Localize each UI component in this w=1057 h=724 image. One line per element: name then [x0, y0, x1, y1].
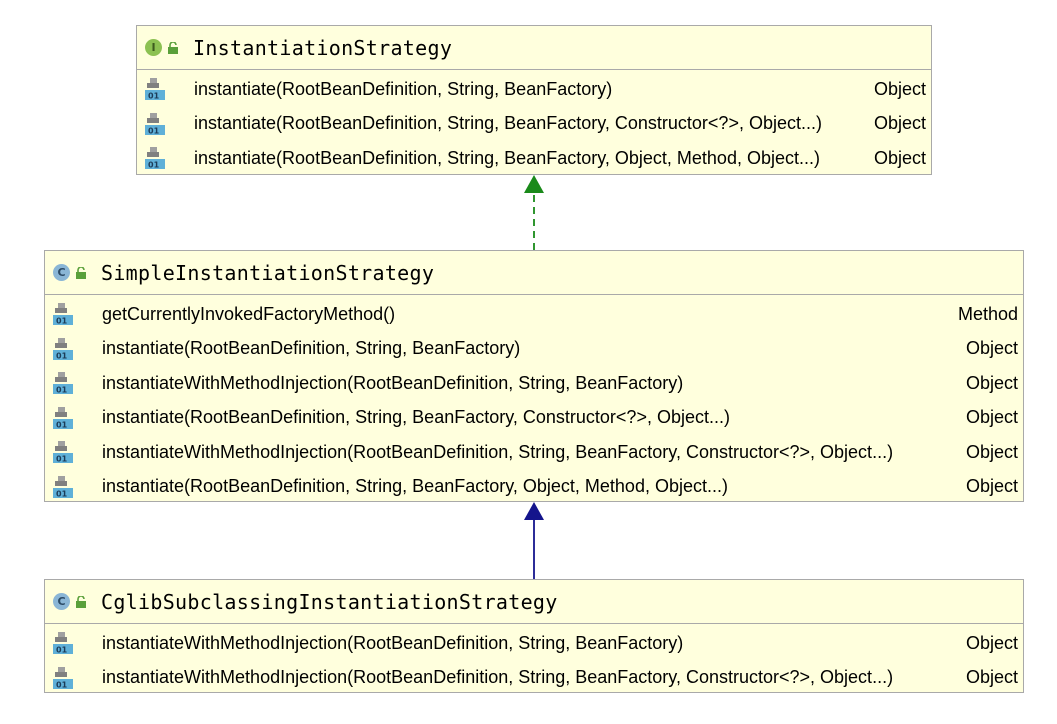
- method-return-type: Object: [965, 667, 1018, 688]
- public-lock-icon: [168, 41, 178, 54]
- public-lock-icon: [76, 266, 86, 279]
- svg-text:01: 01: [56, 420, 68, 429]
- method-01-icon: 01: [145, 112, 165, 135]
- svg-text:01: 01: [56, 680, 68, 689]
- method-return-type: Object: [965, 632, 1018, 653]
- method-row[interactable]: 01 instantiateWithMethodInjection(RootBe…: [45, 661, 1023, 696]
- method-row[interactable]: 01 instantiate(RootBeanDefinition, Strin…: [45, 332, 1023, 367]
- method-signature: instantiate(RootBeanDefinition, String, …: [102, 476, 728, 497]
- interface-i-icon: I: [145, 39, 162, 56]
- class-c-icon: C: [53, 264, 70, 281]
- uml-class-cglib-subclassing-instantiation-strategy[interactable]: C CglibSubclassingInstantiationStrategy …: [44, 579, 1024, 693]
- class-name: SimpleInstantiationStrategy: [101, 260, 435, 285]
- method-return-type: Object: [965, 338, 1018, 359]
- method-row[interactable]: 01 instantiate(RootBeanDefinition, Strin…: [137, 72, 931, 107]
- method-return-type: Object: [965, 441, 1018, 462]
- method-signature: instantiate(RootBeanDefinition, String, …: [102, 407, 730, 428]
- method-01-icon: 01: [53, 337, 73, 360]
- method-01-icon: 01: [145, 78, 165, 101]
- method-return-type: Method: [957, 303, 1018, 324]
- method-signature: instantiate(RootBeanDefinition, String, …: [194, 147, 820, 168]
- method-row[interactable]: 01 instantiate(RootBeanDefinition, Strin…: [45, 401, 1023, 436]
- method-return-type: Object: [873, 78, 926, 99]
- method-01-icon: 01: [53, 372, 73, 395]
- method-01-icon: 01: [145, 147, 165, 170]
- svg-text:01: 01: [56, 317, 68, 326]
- svg-text:01: 01: [56, 646, 68, 655]
- implements-arrowhead: [524, 175, 544, 193]
- svg-text:01: 01: [56, 351, 68, 360]
- extends-arrowhead: [524, 502, 544, 520]
- method-row[interactable]: 01 instantiate(RootBeanDefinition, Strin…: [45, 470, 1023, 505]
- method-row[interactable]: 01 instantiateWithMethodInjection(RootBe…: [45, 366, 1023, 401]
- method-01-icon: 01: [53, 475, 73, 498]
- method-list: 01 instantiateWithMethodInjection(RootBe…: [45, 624, 1023, 695]
- method-list: 01 instantiate(RootBeanDefinition, Strin…: [137, 70, 931, 176]
- uml-class-instantiation-strategy[interactable]: I InstantiationStrategy 01 instantiate(R…: [136, 25, 932, 175]
- method-signature: instantiateWithMethodInjection(RootBeanD…: [102, 372, 684, 393]
- public-lock-icon: [76, 595, 86, 608]
- method-return-type: Object: [965, 372, 1018, 393]
- class-header: C SimpleInstantiationStrategy: [45, 251, 1023, 295]
- class-name: InstantiationStrategy: [193, 35, 453, 60]
- method-return-type: Object: [965, 476, 1018, 497]
- method-01-icon: 01: [53, 406, 73, 429]
- method-signature: instantiate(RootBeanDefinition, String, …: [194, 78, 613, 99]
- method-row[interactable]: 01 getCurrentlyInvokedFactoryMethod() Me…: [45, 297, 1023, 332]
- uml-class-simple-instantiation-strategy[interactable]: C SimpleInstantiationStrategy 01 getCurr…: [44, 250, 1024, 502]
- method-signature: getCurrentlyInvokedFactoryMethod(): [102, 303, 396, 324]
- method-list: 01 getCurrentlyInvokedFactoryMethod() Me…: [45, 295, 1023, 504]
- svg-text:01: 01: [56, 455, 68, 464]
- method-signature: instantiateWithMethodInjection(RootBeanD…: [102, 667, 894, 688]
- method-return-type: Object: [873, 147, 926, 168]
- method-signature: instantiate(RootBeanDefinition, String, …: [102, 338, 521, 359]
- method-01-icon: 01: [53, 632, 73, 655]
- method-signature: instantiate(RootBeanDefinition, String, …: [194, 113, 822, 134]
- method-row[interactable]: 01 instantiate(RootBeanDefinition, Strin…: [137, 107, 931, 142]
- method-01-icon: 01: [53, 303, 73, 326]
- method-01-icon: 01: [53, 441, 73, 464]
- method-return-type: Object: [965, 407, 1018, 428]
- svg-text:01: 01: [148, 161, 160, 170]
- method-row[interactable]: 01 instantiate(RootBeanDefinition, Strin…: [137, 141, 931, 176]
- method-row[interactable]: 01 instantiateWithMethodInjection(RootBe…: [45, 435, 1023, 470]
- class-header: I InstantiationStrategy: [137, 26, 931, 70]
- svg-text:01: 01: [56, 386, 68, 395]
- class-header: C CglibSubclassingInstantiationStrategy: [45, 580, 1023, 624]
- class-name: CglibSubclassingInstantiationStrategy: [101, 589, 558, 614]
- method-01-icon: 01: [53, 666, 73, 689]
- svg-text:01: 01: [148, 126, 160, 135]
- method-row[interactable]: 01 instantiateWithMethodInjection(RootBe…: [45, 626, 1023, 661]
- method-return-type: Object: [873, 113, 926, 134]
- class-c-icon: C: [53, 593, 70, 610]
- svg-text:01: 01: [56, 489, 68, 498]
- method-signature: instantiateWithMethodInjection(RootBeanD…: [102, 632, 684, 653]
- svg-text:01: 01: [148, 92, 160, 101]
- method-signature: instantiateWithMethodInjection(RootBeanD…: [102, 441, 894, 462]
